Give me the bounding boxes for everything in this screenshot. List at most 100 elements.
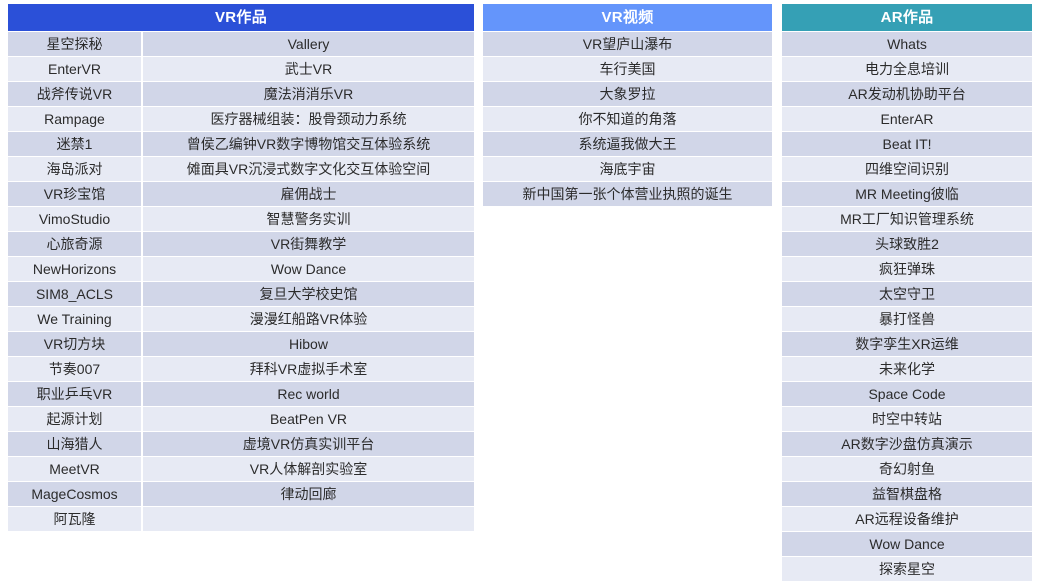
table-row[interactable]: 心旅奇源 VR街舞教学 — [8, 232, 474, 256]
table-row[interactable]: Space Code — [782, 382, 1032, 406]
cell-name: 星空探秘 — [46, 36, 103, 52]
cell-title: AR数字沙盘仿真演示 — [841, 436, 973, 452]
cell-name: We Training — [37, 311, 112, 327]
cell-title: Rec world — [277, 386, 340, 402]
table-row[interactable]: 星空探秘 Vallery — [8, 32, 474, 56]
table-row[interactable]: We Training 漫漫红船路VR体验 — [8, 307, 474, 331]
cell-title: EnterAR — [880, 111, 934, 127]
cell-title: 探索星空 — [879, 561, 935, 577]
table-row[interactable]: 奇幻射鱼 — [782, 457, 1032, 481]
table-row[interactable]: 电力全息培训 — [782, 57, 1032, 81]
table-row[interactable]: SIM8_ACLS 复旦大学校史馆 — [8, 282, 474, 306]
cell-title: MR Meeting彼临 — [855, 186, 959, 202]
table-row[interactable]: 数字孪生XR运维 — [782, 332, 1032, 356]
cell-title: VR人体解剖实验室 — [249, 461, 368, 477]
table-body-vr-videos: VR望庐山瀑布车行美国大象罗拉你不知道的角落系统逼我做大王海底宇宙 新中国第一张个… — [483, 32, 772, 206]
table-header-vr-works: VR作品 — [8, 4, 474, 31]
cell-title: 律动回廊 — [280, 486, 337, 502]
table-row[interactable]: EnterVR 武士VR — [8, 57, 474, 81]
table-row[interactable]: Rampage 医疗器械组装：股骨颈动力系统 — [8, 107, 474, 131]
table-row[interactable]: 海底宇宙 — [483, 157, 772, 181]
tables-board: VR作品 星空探秘 Vallery EnterVR 武士VR 战斧传说VR 魔法消消乐VR… — [0, 0, 1040, 581]
cell-title: 大象罗拉 — [599, 86, 656, 102]
cell-name: 海岛派对 — [46, 161, 103, 177]
table-row[interactable]: 四维空间识别 — [782, 157, 1032, 181]
cell-title: 疯狂弹珠 — [879, 261, 935, 277]
table-row[interactable]: 战斧传说VR 魔法消消乐VR — [8, 82, 474, 106]
table-row[interactable]: MageCosmos 律动回廊 — [8, 482, 474, 506]
table-row[interactable]: 时空中转站 — [782, 407, 1032, 431]
cell-title: BeatPen VR — [269, 411, 348, 427]
table-row[interactable]: MeetVR VR人体解剖实验室 — [8, 457, 474, 481]
table-row[interactable]: 太空守卫 — [782, 282, 1032, 306]
table-row[interactable]: VR珍宝馆 雇佣战士 — [8, 182, 474, 206]
table-row[interactable]: 益智棋盘格 — [782, 482, 1032, 506]
table-row[interactable]: 疯狂弹珠 — [782, 257, 1032, 281]
cell-name: 职业乒乓VR — [36, 386, 113, 402]
cell-title: 系统逼我做大王 — [578, 136, 677, 152]
table-row[interactable]: VR切方块 Hibow — [8, 332, 474, 356]
table-row[interactable]: EnterAR — [782, 107, 1032, 131]
cell-title: 头球致胜2 — [875, 236, 939, 252]
cell-title: 复旦大学校史馆 — [259, 286, 358, 302]
table-row[interactable]: Beat IT! — [782, 132, 1032, 156]
table-row[interactable]: MR工厂知识管理系统 — [782, 207, 1032, 231]
cell-title: 雇佣战士 — [280, 186, 337, 202]
table-row[interactable]: 职业乒乓VR Rec world — [8, 382, 474, 406]
cell-name: 阿瓦隆 — [53, 511, 96, 527]
cell-name: 战斧传说VR — [36, 86, 113, 102]
table-row[interactable]: 头球致胜2 — [782, 232, 1032, 256]
table-row[interactable]: 探索星空 — [782, 557, 1032, 581]
table-row[interactable]: 大象罗拉 — [483, 82, 772, 106]
cell-title: MR工厂知识管理系统 — [840, 211, 974, 227]
cell-name: VimoStudio — [38, 211, 111, 227]
cell-title: 傩面具VR沉浸式数字文化交互体验空间 — [186, 161, 431, 177]
cell-title: 漫漫红船路VR体验 — [249, 311, 368, 327]
table-row[interactable]: Wow Dance — [782, 532, 1032, 556]
cell-title: Beat IT! — [882, 136, 932, 152]
table-row[interactable]: 山海猎人 虚境VR仿真实训平台 — [8, 432, 474, 456]
table-row[interactable]: VR望庐山瀑布 — [483, 32, 772, 56]
table-row[interactable]: NewHorizons Wow Dance — [8, 257, 474, 281]
cell-title: 车行美国 — [599, 61, 656, 77]
table-row[interactable]: 节奏007 拜科VR虚拟手术室 — [8, 357, 474, 381]
table-row[interactable]: 你不知道的角落 — [483, 107, 772, 131]
cell-title: Whats — [887, 36, 927, 52]
table-row[interactable]: 未来化学 — [782, 357, 1032, 381]
cell-name: 起源计划 — [46, 411, 103, 427]
table-row[interactable]: 起源计划 BeatPen VR — [8, 407, 474, 431]
table-row[interactable]: AR数字沙盘仿真演示 — [782, 432, 1032, 456]
table-header-ar-works: AR作品 — [782, 4, 1032, 31]
cell-title: Wow Dance — [869, 536, 945, 552]
table-row[interactable]: 迷禁1 曾侯乙编钟VR数字博物馆交互体验系统 — [8, 132, 474, 156]
cell-title: 医疗器械组装：股骨颈动力系统 — [210, 111, 407, 127]
table-row[interactable]: 海岛派对 傩面具VR沉浸式数字文化交互体验空间 — [8, 157, 474, 181]
table-row[interactable]: MR Meeting彼临 — [782, 182, 1032, 206]
cell-name: VR珍宝馆 — [43, 186, 106, 202]
table-row[interactable]: VimoStudio 智慧警务实训 — [8, 207, 474, 231]
table-row[interactable]: 车行美国 — [483, 57, 772, 81]
table-row[interactable]: 新中国第一张个体营业执照的诞生 — [483, 182, 772, 206]
cell-title: Hibow — [289, 336, 328, 352]
cell-name: 节奏007 — [48, 361, 101, 377]
cell-name: EnterVR — [48, 61, 101, 77]
cell-title: 奇幻射鱼 — [879, 461, 935, 477]
table-row[interactable]: 暴打怪兽 — [782, 307, 1032, 331]
table-row[interactable]: 系统逼我做大王 — [483, 132, 772, 156]
cell-title: 拜科VR虚拟手术室 — [249, 361, 368, 377]
cell-title: 益智棋盘格 — [872, 486, 942, 502]
cell-name: 心旅奇源 — [46, 236, 103, 252]
cell-name: NewHorizons — [32, 261, 117, 277]
table-row[interactable]: 阿瓦隆 — [8, 507, 474, 531]
cell-title: 未来化学 — [879, 361, 935, 377]
cell-title: VR街舞教学 — [270, 236, 347, 252]
cell-title: 电力全息培训 — [865, 61, 949, 77]
cell-name: 山海猎人 — [46, 436, 103, 452]
table-row[interactable]: AR发动机协助平台 — [782, 82, 1032, 106]
cell-title: Wow Dance — [270, 261, 347, 277]
table-row[interactable]: AR远程设备维护 — [782, 507, 1032, 531]
cell-name: SIM8_ACLS — [35, 286, 114, 302]
table-row[interactable]: Whats — [782, 32, 1032, 56]
cell-title: 暴打怪兽 — [879, 311, 935, 327]
table-ar-works: AR作品 Whats 电力全息培训 AR发动机协助平台 EnterAR Beat IT!… — [782, 4, 1032, 582]
